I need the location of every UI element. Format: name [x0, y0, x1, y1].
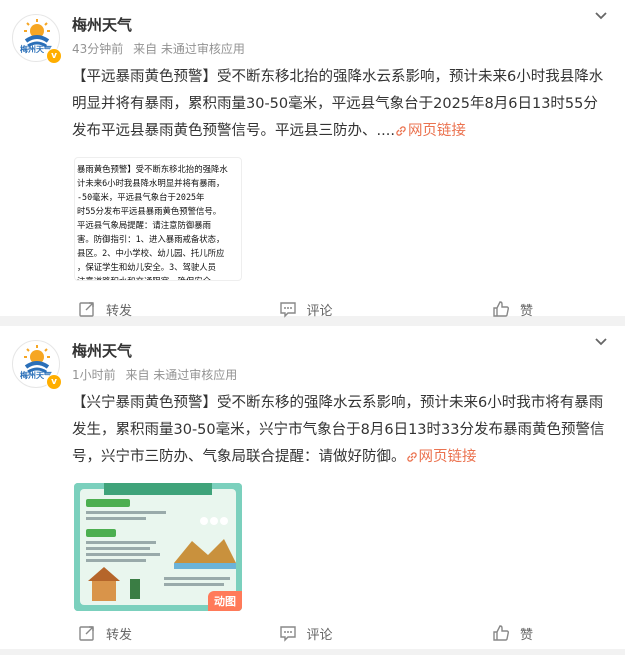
author-name[interactable]: 梅州天气: [72, 14, 132, 35]
verified-icon: v: [46, 374, 62, 390]
post-meta: 43分钟前 来自 未通过审核应用: [72, 40, 245, 57]
web-link[interactable]: 网页链接: [395, 123, 466, 139]
link-icon: [396, 126, 406, 136]
image-text-line: 县区。2、中小学校、幼儿园、托儿所应: [77, 248, 225, 258]
chevron-down-icon[interactable]: [591, 6, 611, 26]
image-text-line: 暴雨黄色预警】受不断东移北抬的强降水: [77, 164, 228, 174]
post-source: 来自 未通过审核应用: [133, 42, 245, 56]
like-label: 赞: [520, 303, 534, 319]
image-text-line: -50毫米，平远县气象台于2025年: [77, 192, 205, 202]
post-time[interactable]: 43分钟前: [72, 42, 123, 56]
repost-label: 转发: [106, 303, 133, 319]
comment-button[interactable]: 评论: [230, 611, 382, 655]
repost-icon: [79, 302, 94, 317]
link-icon: [406, 452, 417, 462]
weibo-feed: 梅州天气 v 梅州天气 43分钟前 来自 未通过审核应用 【平远暴雨黄色预警】受…: [0, 0, 625, 649]
post-text: 【兴宁暴雨黄色预警】受不断东移的强降水云系影响，预计未来6小时我市将有暴雨发生，…: [72, 395, 605, 465]
image-text-line: 平远县气象局提醒：请注意防御暴雨: [77, 220, 211, 230]
post-gif-image[interactable]: 动图: [74, 483, 242, 611]
like-label: 赞: [520, 627, 534, 643]
weibo-post: 梅州天气 v 梅州天气 1小时前 来自 未通过审核应用 【兴宁暴雨黄色预警】受不…: [0, 326, 625, 649]
post-header: 梅州天气 v 梅州天气 43分钟前 来自 未通过审核应用: [0, 0, 625, 64]
image-text-line: 计未来6小时我县降水明显并将有暴雨，: [77, 178, 225, 188]
chevron-down-icon[interactable]: [591, 332, 611, 352]
image-text-line: 害。防御指引：1、进入暴雨戒备状态，: [77, 234, 225, 244]
post-meta: 1小时前 来自 未通过审核应用: [72, 366, 237, 383]
comment-button[interactable]: 评论: [230, 287, 382, 331]
action-bar: 转发 评论 赞: [0, 287, 625, 331]
comment-icon: [279, 626, 296, 642]
link-label: 网页链接: [407, 123, 466, 139]
post-time[interactable]: 1小时前: [72, 368, 116, 382]
weibo-post: 梅州天气 v 梅州天气 43分钟前 来自 未通过审核应用 【平远暴雨黄色预警】受…: [0, 0, 625, 319]
comment-icon: [279, 302, 296, 318]
repost-button[interactable]: 转发: [0, 611, 230, 655]
image-text-line: ，保证学生和幼儿安全。3、驾驶人员: [77, 262, 217, 272]
like-button[interactable]: 赞: [381, 611, 625, 655]
post-source: 来自 未通过审核应用: [125, 368, 238, 382]
link-label: 网页链接: [418, 449, 477, 465]
post-header: 梅州天气 v 梅州天气 1小时前 来自 未通过审核应用: [0, 326, 625, 390]
thumbs-up-icon: [493, 301, 509, 317]
like-button[interactable]: 赞: [381, 287, 625, 331]
comment-label: 评论: [306, 627, 333, 643]
post-text: 【平远暴雨黄色预警】受不断东移北抬的强降水云系影响，预计未来6小时我县降水明显并…: [72, 69, 604, 139]
repost-icon: [79, 626, 94, 641]
web-link[interactable]: 网页链接: [406, 449, 477, 465]
repost-label: 转发: [106, 627, 133, 643]
post-body: 【平远暴雨黄色预警】受不断东移北抬的强降水云系影响，预计未来6小时我县降水明显并…: [0, 60, 625, 145]
verified-icon: v: [46, 48, 62, 64]
gif-badge: 动图: [208, 591, 242, 611]
comment-label: 评论: [306, 303, 333, 319]
action-bar: 转发 评论 赞: [0, 611, 625, 655]
post-body: 【兴宁暴雨黄色预警】受不断东移的强降水云系影响，预计未来6小时我市将有暴雨发生，…: [0, 386, 625, 471]
image-text-line: 时55分发布平远县暴雨黄色预警信号。: [77, 206, 222, 216]
author-name[interactable]: 梅州天气: [72, 340, 132, 361]
repost-button[interactable]: 转发: [0, 287, 230, 331]
post-image[interactable]: 暴雨黄色预警】受不断东移北抬的强降水 计未来6小时我县降水明显并将有暴雨， -50毫…: [74, 157, 242, 281]
thumbs-up-icon: [493, 625, 509, 641]
image-text-line: 注意道路积水和交通阻塞，确保安全。: [77, 276, 220, 281]
image-text: 暴雨黄色预警】受不断东移北抬的强降水 计未来6小时我县降水明显并将有暴雨， -50毫…: [77, 162, 241, 281]
